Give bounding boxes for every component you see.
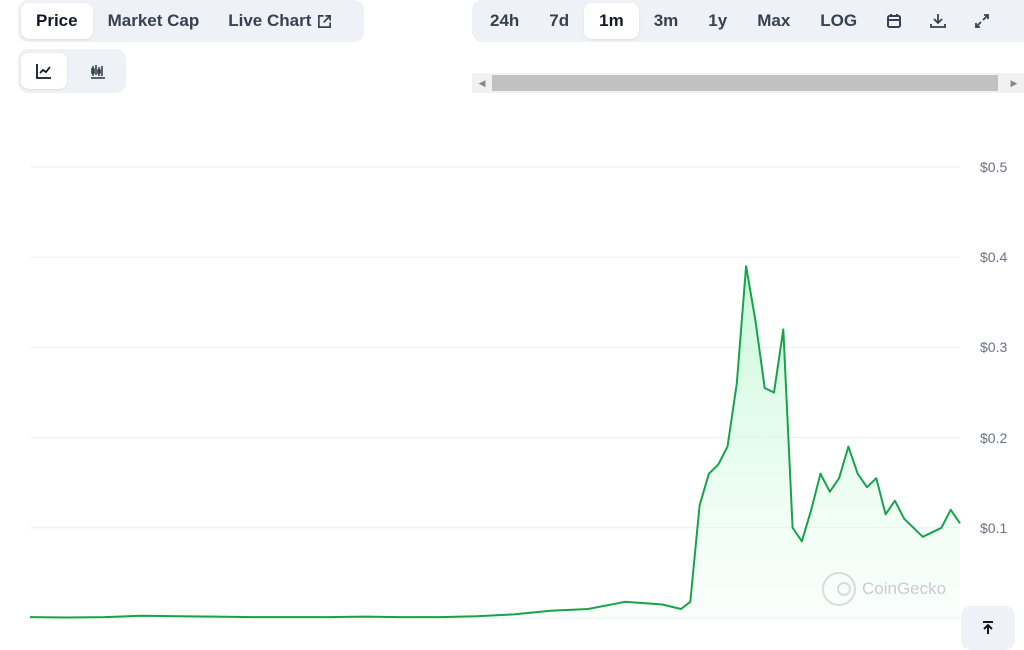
tab-market-cap-label: Market Cap — [107, 11, 200, 30]
tab-24h-label: 24h — [490, 11, 520, 30]
tab-1m[interactable]: 1m — [584, 3, 639, 39]
calendar-button[interactable] — [872, 3, 916, 39]
tab-24h[interactable]: 24h — [475, 3, 534, 39]
expand-button[interactable] — [960, 3, 1004, 39]
arrow-up-to-line-icon — [983, 621, 993, 634]
y-tick-label: $0.2 — [980, 429, 1008, 446]
tab-price-label: Price — [36, 11, 78, 30]
tab-live-chart-label: Live Chart — [228, 11, 312, 30]
tab-log-label: LOG — [820, 11, 858, 30]
coingecko-watermark: CoinGecko — [822, 572, 946, 606]
tab-log[interactable]: LOG — [805, 3, 872, 39]
price-chart: $0.1 $0.2 $0.3 $0.4 $0.5 — [0, 100, 1024, 650]
candlestick-chart-button[interactable] — [75, 53, 121, 89]
scrollbar-thumb[interactable] — [492, 75, 998, 91]
tab-live-chart[interactable]: Live Chart — [214, 3, 346, 39]
price-chart-svg — [29, 166, 961, 619]
line-chart-button[interactable] — [21, 53, 67, 89]
y-tick-label: $0.5 — [980, 159, 1008, 175]
download-button[interactable] — [916, 3, 960, 39]
scroll-left-arrow[interactable]: ◀ — [472, 73, 492, 93]
download-icon — [930, 14, 947, 28]
y-tick-label: $0.3 — [980, 339, 1008, 356]
watermark-text: CoinGecko — [862, 579, 947, 598]
chart-navigator-scrollbar[interactable]: ◀ ▶ — [472, 73, 1024, 93]
coingecko-logo-icon — [822, 572, 856, 606]
external-link-icon — [318, 14, 332, 28]
chart-type-tabs — [18, 49, 126, 93]
calendar-icon — [887, 14, 902, 28]
tab-market-cap[interactable]: Market Cap — [93, 3, 215, 39]
range-tabs: 24h 7d 1m 3m 1y Max LOG — [472, 0, 1024, 42]
tab-max[interactable]: Max — [742, 3, 805, 39]
tab-1m-label: 1m — [599, 11, 624, 30]
scroll-to-top-button[interactable] — [961, 606, 1015, 650]
metric-tabs: Price Market Cap Live Chart — [18, 0, 364, 42]
scroll-right-arrow[interactable]: ▶ — [1004, 73, 1024, 93]
y-tick-label: $0.4 — [980, 249, 1008, 266]
tab-1y-label: 1y — [708, 11, 728, 30]
expand-icon — [975, 14, 990, 28]
line-chart-icon — [36, 64, 51, 79]
tab-7d-label: 7d — [549, 11, 570, 30]
tab-1y[interactable]: 1y — [693, 3, 742, 39]
y-tick-label: $0.1 — [980, 519, 1008, 536]
tab-3m[interactable]: 3m — [639, 3, 694, 39]
candlestick-chart-icon — [91, 65, 105, 79]
tab-3m-label: 3m — [653, 11, 679, 30]
price-area-fill — [30, 266, 960, 618]
tab-max-label: Max — [757, 11, 791, 30]
tab-price[interactable]: Price — [21, 3, 93, 39]
tab-7d[interactable]: 7d — [534, 3, 584, 39]
